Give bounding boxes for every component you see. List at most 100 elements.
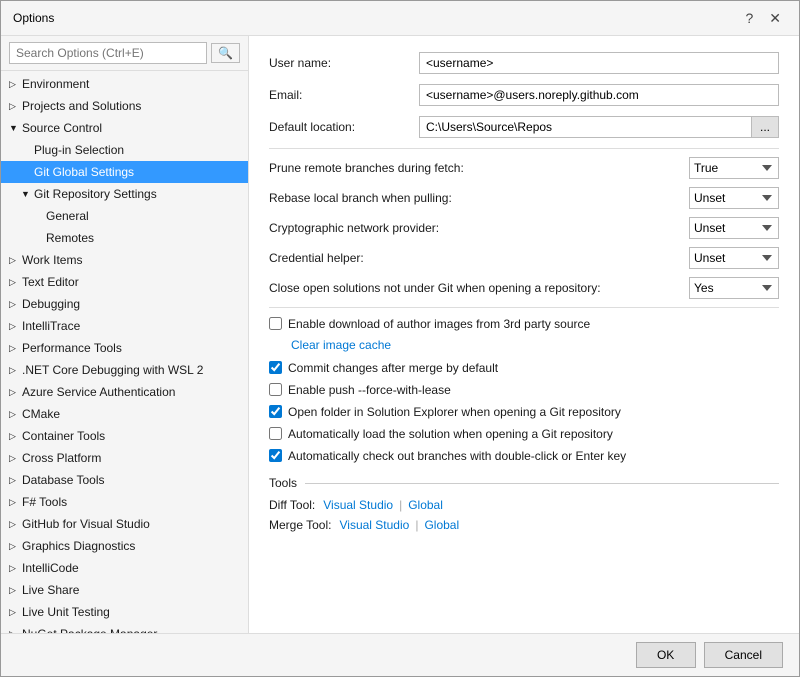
close-solutions-label: Close open solutions not under Git when … <box>269 281 689 295</box>
tree-item-source-control[interactable]: ▼Source Control <box>1 117 248 139</box>
tree-item-intellitrace[interactable]: ▷IntelliTrace <box>1 315 248 337</box>
tree-arrow-intellitrace: ▷ <box>9 317 19 335</box>
help-button[interactable]: ? <box>739 9 759 27</box>
merge-tool-label: Merge Tool: <box>269 518 331 532</box>
ok-button[interactable]: OK <box>636 642 696 668</box>
tree-item-azure-auth[interactable]: ▷Azure Service Authentication <box>1 381 248 403</box>
tree-label-net-core-debugging: .NET Core Debugging with WSL 2 <box>22 361 203 379</box>
tree-item-live-unit-testing[interactable]: ▷Live Unit Testing <box>1 601 248 623</box>
rebase-select[interactable]: Unset True False <box>689 187 779 209</box>
auto-checkout-checkbox[interactable] <box>269 449 282 462</box>
merge-tool-vs[interactable]: Visual Studio <box>339 518 409 532</box>
close-solutions-row: Close open solutions not under Git when … <box>269 277 779 299</box>
tree-item-projects[interactable]: ▷Projects and Solutions <box>1 95 248 117</box>
diff-tool-row: Diff Tool: Visual Studio | Global <box>269 498 779 512</box>
search-button[interactable]: 🔍 <box>211 43 240 63</box>
tree-item-net-core-debugging[interactable]: ▷.NET Core Debugging with WSL 2 <box>1 359 248 381</box>
crypto-label: Cryptographic network provider: <box>269 221 689 235</box>
auto-load-row: Automatically load the solution when ope… <box>269 426 779 442</box>
tree-label-text-editor: Text Editor <box>22 273 79 291</box>
tree-item-environment[interactable]: ▷Environment <box>1 73 248 95</box>
dialog-footer: OK Cancel <box>1 633 799 676</box>
tree-item-database-tools[interactable]: ▷Database Tools <box>1 469 248 491</box>
tools-section-line <box>305 483 779 484</box>
clear-cache-link[interactable]: Clear image cache <box>291 338 391 352</box>
tree-item-cross-platform[interactable]: ▷Cross Platform <box>1 447 248 469</box>
auto-load-label[interactable]: Automatically load the solution when ope… <box>288 426 613 442</box>
tree-arrow-projects: ▷ <box>9 97 19 115</box>
tree-item-nuget-manager[interactable]: ▷NuGet Package Manager <box>1 623 248 633</box>
tree-arrow-live-unit-testing: ▷ <box>9 603 19 621</box>
tree-arrow-net-core-debugging: ▷ <box>9 361 19 379</box>
tree-item-git-repo-settings[interactable]: ▼Git Repository Settings <box>1 183 248 205</box>
tree-item-graphics-diagnostics[interactable]: ▷Graphics Diagnostics <box>1 535 248 557</box>
tree-label-github-vs: GitHub for Visual Studio <box>22 515 150 533</box>
author-images-checkbox[interactable] <box>269 317 282 330</box>
username-row: User name: <box>269 52 779 74</box>
tree-item-remotes[interactable]: Remotes <box>1 227 248 249</box>
email-input[interactable] <box>419 84 779 106</box>
tree-item-fsharp-tools[interactable]: ▷F# Tools <box>1 491 248 513</box>
username-input[interactable] <box>419 52 779 74</box>
commit-changes-checkbox[interactable] <box>269 361 282 374</box>
rebase-row: Rebase local branch when pulling: Unset … <box>269 187 779 209</box>
close-button[interactable]: ✕ <box>763 9 787 27</box>
crypto-select[interactable]: Unset OpenSSL SChannel <box>689 217 779 239</box>
title-bar-controls: ? ✕ <box>739 9 787 27</box>
credential-row: Credential helper: Unset True False <box>269 247 779 269</box>
browse-button[interactable]: ... <box>751 116 779 138</box>
open-folder-label[interactable]: Open folder in Solution Explorer when op… <box>288 404 621 420</box>
title-bar: Options ? ✕ <box>1 1 799 36</box>
diff-tool-vs[interactable]: Visual Studio <box>323 498 393 512</box>
tree-arrow-github-vs: ▷ <box>9 515 19 533</box>
tree-item-github-vs[interactable]: ▷GitHub for Visual Studio <box>1 513 248 535</box>
rebase-label: Rebase local branch when pulling: <box>269 191 689 205</box>
close-solutions-select[interactable]: Yes No <box>689 277 779 299</box>
tree-arrow-database-tools: ▷ <box>9 471 19 489</box>
divider-1 <box>269 148 779 149</box>
tree-arrow-fsharp-tools: ▷ <box>9 493 19 511</box>
tree-label-fsharp-tools: F# Tools <box>22 493 67 511</box>
tree-arrow-work-items: ▷ <box>9 251 19 269</box>
tree-arrow-debugging: ▷ <box>9 295 19 313</box>
prune-select[interactable]: True False <box>689 157 779 179</box>
tree-label-projects: Projects and Solutions <box>22 97 141 115</box>
location-input[interactable] <box>419 116 751 138</box>
dialog-title: Options <box>13 11 54 25</box>
tree-label-cross-platform: Cross Platform <box>22 449 101 467</box>
author-images-row: Enable download of author images from 3r… <box>269 316 779 332</box>
options-dialog: Options ? ✕ 🔍 ▷Environment▷Projects and … <box>0 0 800 677</box>
tree-item-plug-in-selection[interactable]: Plug-in Selection <box>1 139 248 161</box>
search-input[interactable] <box>9 42 207 64</box>
tree-item-live-share[interactable]: ▷Live Share <box>1 579 248 601</box>
cancel-button[interactable]: Cancel <box>704 642 783 668</box>
tree-item-performance-tools[interactable]: ▷Performance Tools <box>1 337 248 359</box>
tree-arrow-azure-auth: ▷ <box>9 383 19 401</box>
open-folder-checkbox[interactable] <box>269 405 282 418</box>
enable-push-label[interactable]: Enable push --force-with-lease <box>288 382 451 398</box>
location-label: Default location: <box>269 120 419 134</box>
tree-label-azure-auth: Azure Service Authentication <box>22 383 175 401</box>
tree-label-source-control: Source Control <box>22 119 102 137</box>
commit-changes-label[interactable]: Commit changes after merge by default <box>288 360 498 376</box>
merge-tool-global[interactable]: Global <box>424 518 459 532</box>
tree-item-git-global-settings[interactable]: Git Global Settings <box>1 161 248 183</box>
diff-tool-global[interactable]: Global <box>408 498 443 512</box>
tree-item-general[interactable]: General <box>1 205 248 227</box>
author-images-label[interactable]: Enable download of author images from 3r… <box>288 316 590 332</box>
tree-arrow-text-editor: ▷ <box>9 273 19 291</box>
enable-push-checkbox[interactable] <box>269 383 282 396</box>
tree-item-container-tools[interactable]: ▷Container Tools <box>1 425 248 447</box>
tree-label-intellicode: IntelliCode <box>22 559 79 577</box>
auto-checkout-label[interactable]: Automatically check out branches with do… <box>288 448 626 464</box>
auto-load-checkbox[interactable] <box>269 427 282 440</box>
tree-arrow-source-control: ▼ <box>9 119 19 137</box>
tree-label-intellitrace: IntelliTrace <box>22 317 80 335</box>
tree-item-cmake[interactable]: ▷CMake <box>1 403 248 425</box>
tree-label-nuget-manager: NuGet Package Manager <box>22 625 157 633</box>
tree-item-intellicode[interactable]: ▷IntelliCode <box>1 557 248 579</box>
tree-item-text-editor[interactable]: ▷Text Editor <box>1 271 248 293</box>
tree-item-debugging[interactable]: ▷Debugging <box>1 293 248 315</box>
credential-select[interactable]: Unset True False <box>689 247 779 269</box>
tree-item-work-items[interactable]: ▷Work Items <box>1 249 248 271</box>
